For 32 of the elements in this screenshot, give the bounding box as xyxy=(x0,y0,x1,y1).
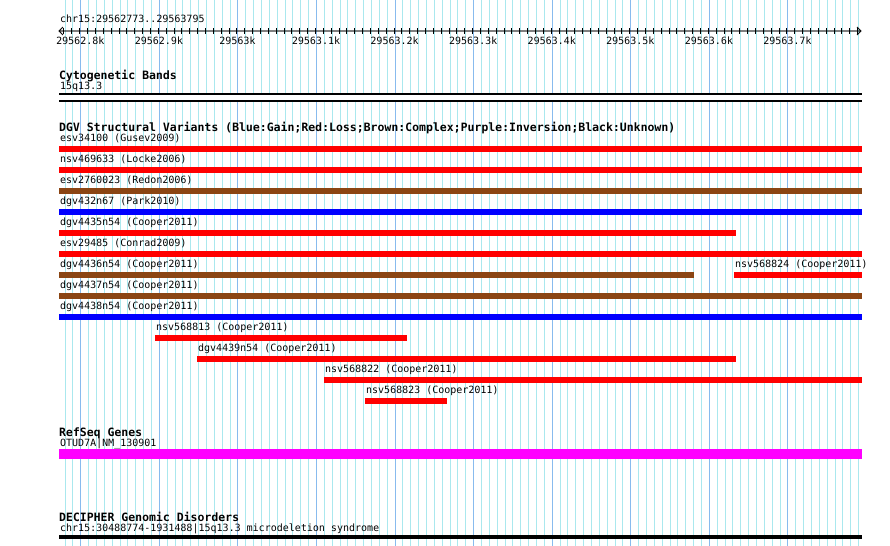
variant-label: dgv4436n54 (Cooper2011) xyxy=(60,259,198,270)
variant-label: esv29485 (Conrad2009) xyxy=(60,238,186,249)
variant-label: dgv4438n54 (Cooper2011) xyxy=(60,301,198,312)
disorder-label: chr15:30488774-1931488|15q13.3 microdeletion syndrome xyxy=(60,523,380,534)
track-title: RefSeq Genes xyxy=(59,426,142,438)
tick-label: 29563.6k xyxy=(684,36,733,48)
track-title: Cytogenetic Bands xyxy=(59,69,177,81)
variant-label: nsv568823 (Cooper2011) xyxy=(366,385,498,396)
ruler-title: chr15:29562773..29563795 xyxy=(60,14,204,26)
tick-label: 29563.1k xyxy=(292,36,340,48)
track-title: DGV Structural Variants (Blue:Gain;Red:Loss;Brown:Complex;Purple:Inversion;Black:Unknown) xyxy=(59,121,676,133)
variant-label: nsv568813 (Cooper2011) xyxy=(156,322,288,333)
track-title: DECIPHER Genomic Disorders xyxy=(59,511,240,523)
tick-label: 29563.5k xyxy=(606,36,654,48)
gene-label: OTUD7A|NM_130901 xyxy=(60,438,156,449)
variant-label: dgv432n67 (Park2010) xyxy=(60,196,180,207)
tick-label: 29563.4k xyxy=(528,36,576,48)
variant-label: nsv469633 (Locke2006) xyxy=(60,154,186,165)
tick-label: 29563k xyxy=(219,36,256,48)
tick-label: 29563.3k xyxy=(448,36,498,48)
variant-label: esv34100 (Gusev2009) xyxy=(60,133,180,144)
tick-label: 29562.8k xyxy=(56,36,104,48)
band-label: 15q13.3 xyxy=(60,81,102,92)
variant-label: nsv568824 (Cooper2011) xyxy=(735,259,868,270)
variant-label: dgv4439n54 (Cooper2011) xyxy=(198,343,336,354)
tick-label: 29563.7k xyxy=(763,36,812,48)
variant-label: nsv568822 (Cooper2011) xyxy=(325,364,458,375)
variant-label: esv2760023 (Redon2006) xyxy=(60,175,192,186)
tick-label: 29562.9k xyxy=(134,36,183,48)
variant-label: dgv4435n54 (Cooper2011) xyxy=(60,217,198,228)
variant-label: dgv4437n54 (Cooper2011) xyxy=(60,280,198,291)
tick-label: 29563.2k xyxy=(370,36,419,48)
